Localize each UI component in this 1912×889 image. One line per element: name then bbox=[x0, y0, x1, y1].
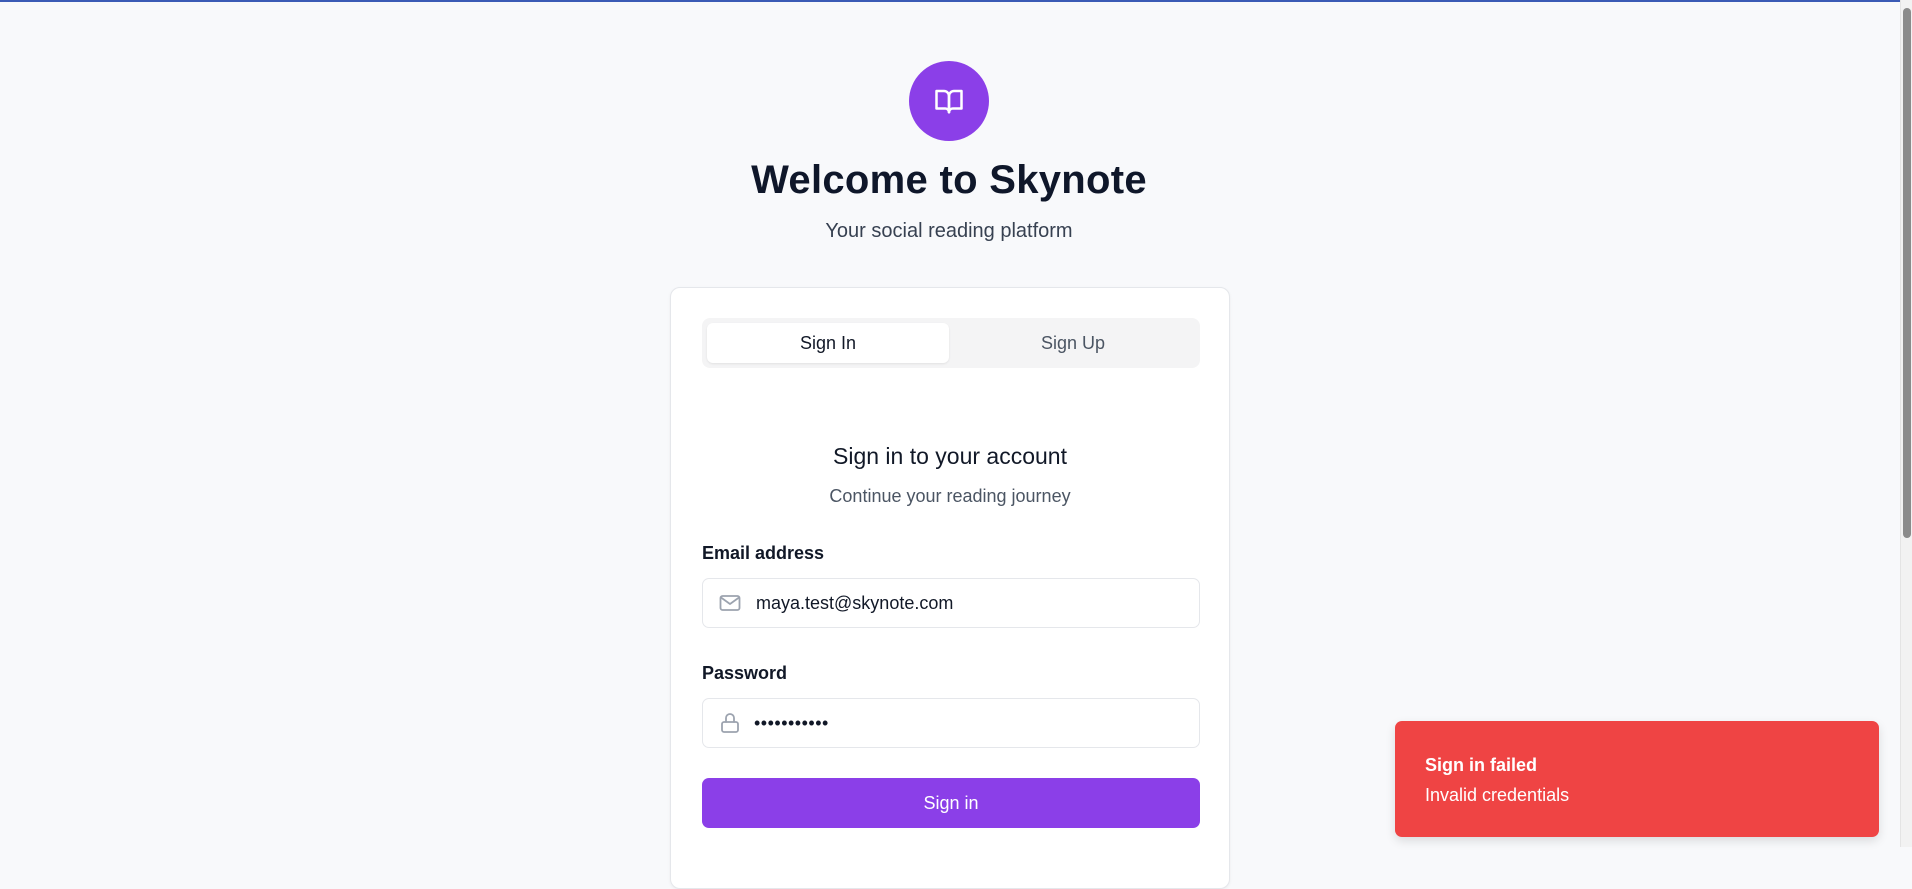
password-input[interactable]: ••••••••••• bbox=[754, 713, 829, 734]
email-field[interactable] bbox=[702, 578, 1200, 628]
page-subtitle: Your social reading platform bbox=[825, 220, 1073, 242]
email-input[interactable] bbox=[754, 591, 1199, 615]
auth-card: Sign In Sign Up Sign in to your account … bbox=[670, 287, 1230, 889]
page-title: Welcome to Skynote bbox=[751, 158, 1147, 202]
password-label: Password bbox=[702, 663, 788, 683]
email-label: Email address bbox=[702, 543, 825, 563]
password-field[interactable]: ••••••••••• bbox=[702, 698, 1200, 748]
lock-icon bbox=[716, 709, 744, 737]
form-title: Sign in to your account bbox=[833, 443, 1067, 469]
form-subtitle: Continue your reading journey bbox=[829, 486, 1071, 506]
page-scrollbar[interactable] bbox=[1900, 0, 1912, 847]
error-toast[interactable]: Sign in failed Invalid credentials bbox=[1395, 721, 1879, 837]
app-logo bbox=[909, 61, 989, 141]
toast-title: Sign in failed bbox=[1425, 755, 1538, 775]
tab-sign-up[interactable]: Sign Up bbox=[952, 323, 1194, 363]
sign-in-button[interactable]: Sign in bbox=[702, 778, 1200, 828]
scrollbar-thumb[interactable] bbox=[1903, 8, 1911, 538]
toast-message: Invalid credentials bbox=[1425, 785, 1570, 805]
open-book-icon bbox=[935, 89, 963, 114]
tab-sign-in[interactable]: Sign In bbox=[707, 323, 949, 363]
auth-tabs: Sign In Sign Up bbox=[702, 318, 1200, 368]
top-accent-line bbox=[0, 0, 1912, 2]
mail-icon bbox=[716, 589, 744, 617]
